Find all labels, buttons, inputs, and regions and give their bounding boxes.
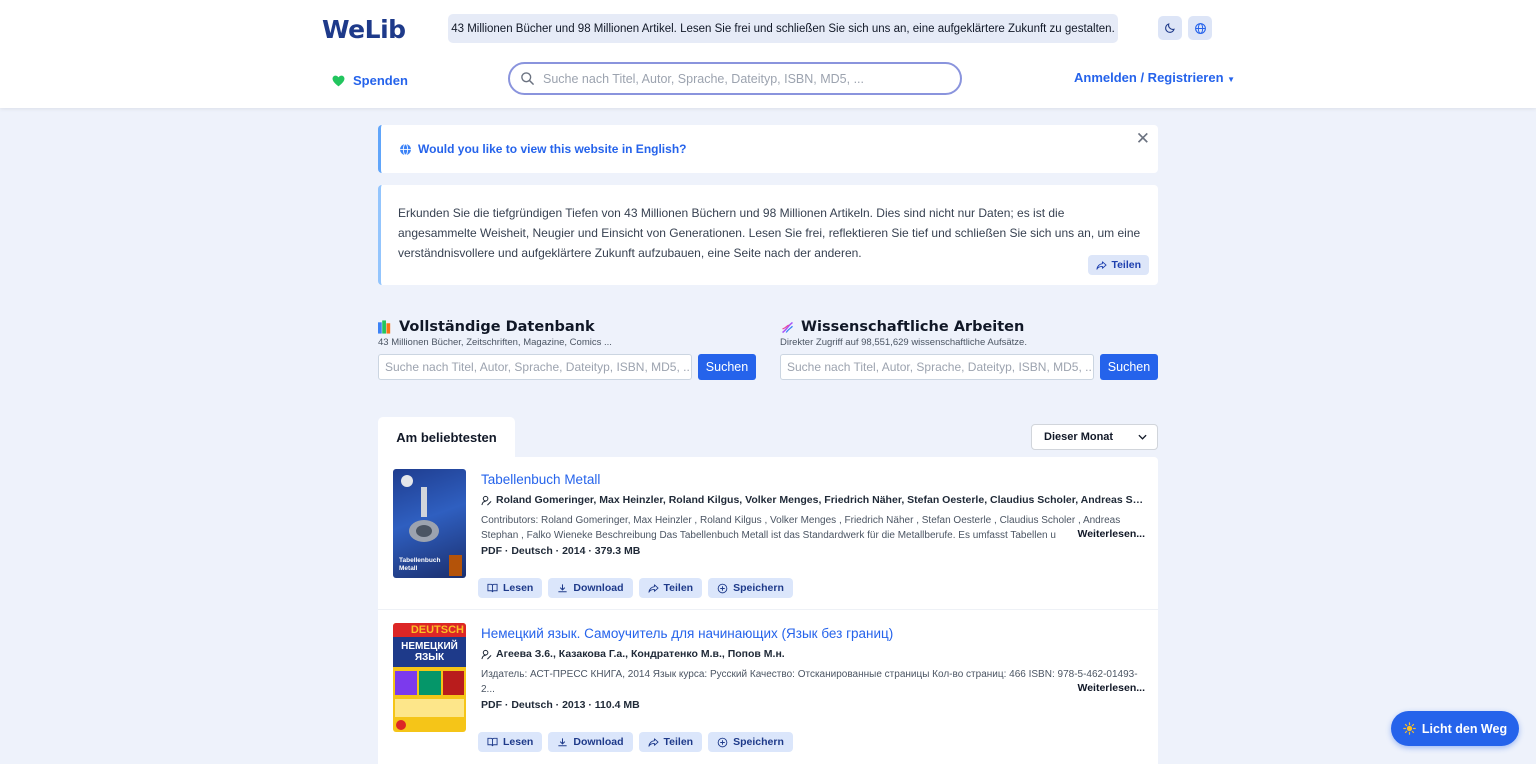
- full-database-title: Vollständige Datenbank: [399, 319, 595, 335]
- tagline-banner: 43 Millionen Bücher und 98 Millionen Art…: [448, 14, 1118, 43]
- globe-icon: [400, 143, 411, 155]
- save-button[interactable]: Speichern: [708, 578, 793, 598]
- save-button[interactable]: Speichern: [708, 732, 793, 752]
- share-icon: [1096, 260, 1107, 270]
- book-description: Издатель: АСТ-ПРЕСС КНИГА, 2014 Язык кур…: [481, 669, 1138, 695]
- scientific-papers-subtitle: Direkter Zugriff auf 98,551,629 wissensc…: [780, 337, 1027, 348]
- main-search-box[interactable]: [508, 62, 962, 95]
- light-the-way-button[interactable]: Licht den Weg: [1391, 711, 1519, 746]
- search-icon: [521, 72, 534, 85]
- dna-icon: [782, 321, 793, 333]
- period-select[interactable]: Dieser Monat: [1031, 424, 1158, 450]
- full-database-heading: Vollständige Datenbank: [378, 319, 758, 335]
- chevron-down-icon: ▼: [1227, 75, 1236, 84]
- book-authors-text: Агеева З.6., Казакова Г.а., Кондратенко …: [496, 648, 785, 660]
- save-label: Speichern: [733, 736, 784, 748]
- globe-icon: [1194, 22, 1206, 34]
- close-icon[interactable]: ✕: [1136, 129, 1150, 149]
- read-button[interactable]: Lesen: [478, 732, 543, 752]
- sun-icon: [1403, 722, 1416, 735]
- cover-top-text: DEUTSCH: [393, 623, 466, 637]
- book-open-icon: [487, 583, 498, 593]
- share-label: Teilen: [663, 736, 694, 748]
- share-icon: [647, 583, 659, 593]
- switch-to-english-link[interactable]: Would you like to view this website in E…: [399, 142, 686, 156]
- read-more-link[interactable]: Weiterlesen...: [1074, 682, 1145, 694]
- cover-main-text: НЕМЕЦКИЙ ЯЗЫК: [393, 637, 466, 667]
- language-suggestion-banner: Would you like to view this website in E…: [378, 125, 1158, 173]
- read-button[interactable]: Lesen: [478, 578, 543, 598]
- site-logo[interactable]: WeLib: [322, 15, 406, 44]
- intro-text: Erkunden Sie die tiefgründigen Tiefen vo…: [398, 206, 1141, 260]
- donate-label: Spenden: [353, 73, 408, 88]
- intro-card: Erkunden Sie die tiefgründigen Tiefen vo…: [378, 185, 1158, 285]
- login-label: Anmelden / Registrieren: [1074, 70, 1224, 85]
- book-authors-text: Roland Gomeringer, Max Heinzler, Roland …: [496, 494, 1146, 506]
- language-selector[interactable]: [1188, 16, 1212, 40]
- download-button[interactable]: Download: [548, 732, 633, 752]
- book-description: Contributors: Roland Gomeringer, Max Hei…: [481, 515, 1121, 541]
- scientific-papers-title: Wissenschaftliche Arbeiten: [801, 319, 1025, 335]
- intro-share-label: Teilen: [1111, 259, 1141, 271]
- period-select-value: Dieser Monat: [1044, 431, 1114, 443]
- read-more-link[interactable]: Weiterlesen...: [1074, 528, 1145, 540]
- cover-illustration: [395, 671, 464, 730]
- scientific-papers-search-button[interactable]: Suchen: [1100, 354, 1158, 380]
- download-label: Download: [573, 736, 624, 748]
- books-icon: [378, 320, 391, 334]
- donate-link[interactable]: Spenden: [332, 73, 408, 88]
- list-item: DEUTSCH НЕМЕЦКИЙ ЯЗЫК Немецкий язык. Сам…: [378, 611, 1158, 764]
- read-label: Lesen: [503, 736, 534, 748]
- download-icon: [558, 737, 567, 746]
- plus-circle-icon: [717, 737, 728, 747]
- book-meta: PDF · Deutsch · 2013 · 110.4 MB: [481, 699, 640, 711]
- read-label: Lesen: [503, 582, 534, 594]
- download-button[interactable]: Download: [548, 578, 633, 598]
- book-actions: Lesen Download Teilen Speichern: [478, 732, 793, 752]
- book-cover[interactable]: DEUTSCH НЕМЕЦКИЙ ЯЗЫК: [393, 623, 466, 732]
- light-the-way-label: Licht den Weg: [1421, 721, 1508, 736]
- user-icon: [481, 495, 492, 505]
- chevron-down-icon: [1138, 434, 1147, 440]
- book-cover[interactable]: Tabellenbuch Metall: [393, 469, 466, 578]
- share-button[interactable]: Teilen: [638, 732, 703, 752]
- language-prompt-text: Would you like to view this website in E…: [418, 142, 687, 156]
- share-icon: [647, 737, 659, 747]
- scientific-papers-search-input[interactable]: [780, 354, 1094, 380]
- dark-mode-toggle[interactable]: [1158, 16, 1182, 40]
- book-meta: PDF · Deutsch · 2014 · 379.3 MB: [481, 545, 641, 557]
- cover-title: Tabellenbuch Metall: [399, 557, 441, 572]
- book-title-link[interactable]: Немецкий язык. Самоучитель для начинающи…: [481, 626, 893, 641]
- full-database-search-button[interactable]: Suchen: [698, 354, 756, 380]
- tab-most-popular[interactable]: Am beliebtesten: [378, 417, 515, 457]
- intro-share-button[interactable]: Teilen: [1088, 255, 1149, 275]
- heart-icon: [332, 75, 345, 86]
- download-icon: [558, 583, 567, 592]
- plus-circle-icon: [717, 583, 728, 593]
- full-database-section: Vollständige Datenbank 43 Millionen Büch…: [378, 319, 758, 380]
- scientific-papers-section: Wissenschaftliche Arbeiten Direkter Zugr…: [780, 319, 1160, 380]
- save-label: Speichern: [733, 582, 784, 594]
- site-header: WeLib 43 Millionen Bücher und 98 Million…: [0, 0, 1536, 108]
- main-search-input[interactable]: [543, 71, 943, 86]
- popular-book-list: Tabellenbuch Metall Tabellenbuch Metall …: [378, 457, 1158, 764]
- book-open-icon: [487, 737, 498, 747]
- moon-icon: [1165, 23, 1175, 33]
- share-button[interactable]: Teilen: [638, 578, 703, 598]
- scientific-papers-heading: Wissenschaftliche Arbeiten: [780, 319, 1160, 335]
- book-title-link[interactable]: Tabellenbuch Metall: [481, 472, 600, 487]
- book-authors: Roland Gomeringer, Max Heinzler, Roland …: [481, 494, 1146, 506]
- book-actions: Lesen Download Teilen Speichern: [478, 578, 793, 598]
- share-label: Teilen: [663, 582, 694, 594]
- login-register-link[interactable]: Anmelden / Registrieren ▼: [1074, 70, 1235, 85]
- download-label: Download: [573, 582, 624, 594]
- full-database-search-input[interactable]: [378, 354, 692, 380]
- book-authors: Агеева З.6., Казакова Г.а., Кондратенко …: [481, 648, 1146, 660]
- full-database-subtitle: 43 Millionen Bücher, Zeitschriften, Maga…: [378, 337, 612, 348]
- list-item: Tabellenbuch Metall Tabellenbuch Metall …: [378, 457, 1158, 610]
- user-icon: [481, 649, 492, 659]
